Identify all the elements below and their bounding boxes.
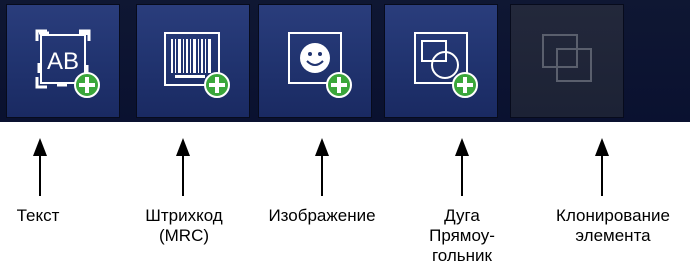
barcode-add-icon (164, 32, 230, 98)
shapes-add-icon (414, 32, 478, 98)
callout-label-text: Текст (16, 206, 60, 225)
smiley-image-add-icon (288, 32, 352, 98)
text-ab-add-icon: AB (35, 29, 100, 98)
callout-label-shape: Дуга Прямоу- гольник (429, 206, 495, 265)
callout-label-image: Изображение (268, 206, 376, 225)
add-text-button[interactable]: AB (6, 4, 120, 118)
add-image-button[interactable] (258, 4, 372, 118)
add-barcode-button[interactable] (136, 4, 250, 118)
svg-text:AB: AB (47, 48, 79, 75)
callout-label-barcode: Штрихкод (MRC) (145, 206, 223, 245)
callout-label-clone: Клонирование элемента (556, 206, 670, 245)
element-toolbar: AB (0, 0, 690, 122)
clone-element-button[interactable] (510, 4, 624, 118)
clone-icon (542, 34, 592, 82)
add-shape-button[interactable] (384, 4, 498, 118)
